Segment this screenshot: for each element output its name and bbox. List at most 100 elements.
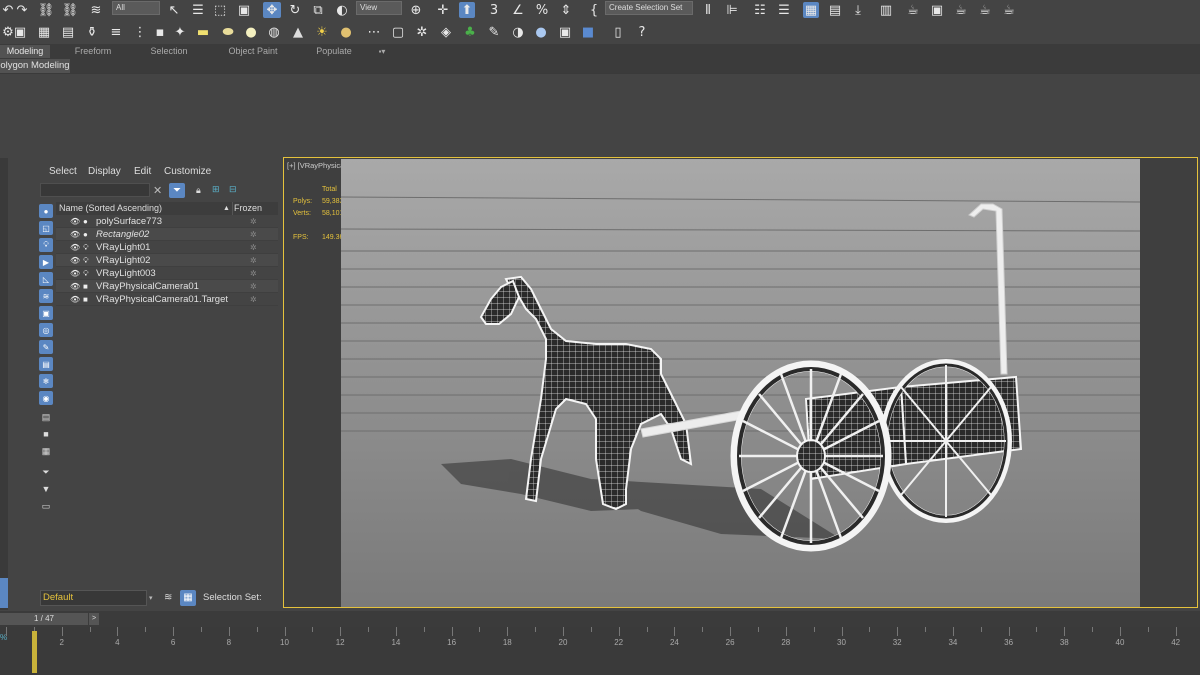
window-crossing-icon[interactable]: ▣ (236, 2, 252, 18)
layer-explorer-icon[interactable]: ☷ (752, 2, 768, 18)
layer-dropdown[interactable]: Default (40, 590, 147, 606)
visibility-eye-icon[interactable]: 👁︎ (70, 241, 80, 254)
display-invert-icon[interactable]: ▦ (41, 446, 51, 456)
freeze-toggle-icon[interactable]: ✲ (250, 228, 257, 241)
sort-ascending-icon[interactable]: ▲ (223, 202, 230, 215)
menu-customize[interactable]: Customize (164, 166, 211, 177)
keyboard-shortcut-icon[interactable]: ⬆ (459, 2, 475, 18)
list-item[interactable]: 👁︎ 💡︎ VRayLight01 ✲ (56, 241, 278, 254)
selection-set-dropdown[interactable]: Create Selection Set (605, 1, 693, 15)
visibility-eye-icon[interactable]: 👁︎ (70, 215, 80, 228)
list-item[interactable]: 👁︎ ■ VRayPhysicalCamera01.Target ✲ (56, 293, 278, 306)
menu-select[interactable]: Select (49, 166, 77, 177)
tab-freeform[interactable]: Freeform (62, 45, 124, 58)
list-item[interactable]: 👁︎ 💡︎ VRayLight003 ✲ (56, 267, 278, 280)
unlink-icon[interactable]: ⛓ (62, 2, 79, 18)
display-all-icon[interactable]: ▤ (41, 412, 51, 422)
render-cloud-icon[interactable]: ☕ (977, 2, 993, 18)
display-xrefs-icon[interactable]: ◎ (39, 323, 53, 337)
display-helpers-icon[interactable]: ◺ (39, 272, 53, 286)
help-icon[interactable]: ? (634, 24, 650, 40)
lock-icon[interactable]: 🔒︎ (196, 185, 201, 196)
material-editor-small-icon[interactable]: ▣ (557, 24, 573, 40)
schematic-view-icon[interactable]: ▤ (827, 2, 843, 18)
freeze-toggle-icon[interactable]: ✲ (250, 280, 257, 293)
geosphere-icon[interactable]: ● (338, 24, 354, 40)
tool-icon[interactable]: ✎ (486, 24, 502, 40)
render-icon[interactable]: ▣ (929, 2, 945, 18)
move-icon[interactable]: ✥ (263, 2, 281, 18)
spinner-snap-icon[interactable]: ⇕ (558, 2, 574, 18)
track-bar[interactable]: 2 4 6 8 10 12 14 16 18 20 22 24 26 28 30 32 34 36 38 40 42 (0, 627, 1200, 675)
freeze-toggle-icon[interactable]: ✲ (250, 215, 257, 228)
list-item[interactable]: 👁︎ ● polySurface773 ✲ (56, 215, 278, 228)
menu-edit[interactable]: Edit (134, 166, 151, 177)
curve-editor-icon[interactable]: ▦ (803, 2, 819, 18)
hierarchy-icon[interactable]: ⊞ (212, 184, 220, 195)
tab-selection[interactable]: Selection (140, 45, 198, 58)
list-item[interactable]: 👁︎ ● Rectangle02 ✲ (56, 228, 278, 241)
selection-set-icon[interactable]: ▦ (180, 590, 196, 606)
folder-icon[interactable]: ▭ (41, 501, 51, 511)
selection-filter-dropdown[interactable]: All (112, 1, 160, 15)
display-shapes-icon[interactable]: ◱ (39, 221, 53, 235)
select-object-icon[interactable]: ↖ (166, 2, 182, 18)
edit-named-selection-icon[interactable]: { (586, 2, 602, 18)
next-frame-button[interactable]: > (89, 613, 99, 625)
render-active-icon[interactable]: ☕ (1001, 2, 1017, 18)
explorer-search-input[interactable] (40, 183, 150, 197)
viewport-icon[interactable]: ▣ (12, 24, 28, 40)
freeze-toggle-icon[interactable]: ✲ (250, 241, 257, 254)
tab-populate[interactable]: Populate (308, 45, 360, 58)
display-geometry-icon[interactable]: ● (39, 204, 53, 218)
particle-icon[interactable]: ▪ (152, 24, 168, 40)
material-icon[interactable]: ◑ (510, 24, 526, 40)
render-iterative-icon[interactable]: ☕ (953, 2, 969, 18)
display-lights-icon[interactable]: 💡︎ (39, 238, 53, 252)
column-name-header[interactable]: Name (Sorted Ascending) (59, 202, 162, 215)
display-groups-icon[interactable]: ▣ (39, 306, 53, 320)
light-icon[interactable]: ✦ (172, 24, 188, 40)
time-slider[interactable]: 1 / 47 (0, 613, 88, 625)
vfb-icon[interactable]: ◈ (438, 24, 454, 40)
display-none-icon[interactable]: ■ (41, 429, 51, 439)
rotate-icon[interactable]: ↻ (287, 2, 303, 18)
redo-icon[interactable]: ↷ (14, 2, 30, 18)
pivot-icon[interactable]: ⊕ (408, 2, 424, 18)
toggle-ribbon-icon[interactable]: ☰ (776, 2, 792, 18)
list-item[interactable]: 👁︎ 💡︎ VRayLight02 ✲ (56, 254, 278, 267)
fur-icon[interactable]: ⋮ (132, 24, 148, 40)
filter-funnel-icon[interactable]: ⏷ (41, 467, 51, 477)
rectangular-region-icon[interactable]: ⬚ (212, 2, 228, 18)
box-icon[interactable]: ⬬ (220, 24, 236, 40)
align-icon-2[interactable]: ≡ (108, 24, 124, 40)
filter-funnel-2-icon[interactable]: ▼ (41, 484, 51, 494)
command-panel-tab[interactable] (0, 578, 8, 608)
display-containers-icon[interactable]: ▤ (39, 357, 53, 371)
rendered-frame-icon[interactable]: ☕ (905, 2, 921, 18)
percent-snap-icon[interactable]: % (534, 2, 550, 18)
ribbon-options-icon[interactable]: ▪▾ (372, 45, 392, 58)
sphere-icon[interactable]: ● (243, 24, 259, 40)
visibility-eye-icon[interactable]: 👁︎ (70, 254, 80, 267)
display-frozen-icon[interactable]: ❄ (39, 374, 53, 388)
mirror-icon[interactable]: ⫴ (700, 2, 716, 18)
visibility-eye-icon[interactable]: 👁︎ (70, 228, 80, 241)
sphere-material-icon[interactable]: ● (533, 24, 549, 40)
foliage-icon[interactable]: ♣ (462, 24, 478, 40)
menu-display[interactable]: Display (88, 166, 121, 177)
clear-search-icon[interactable]: ✕ (153, 184, 162, 197)
list-item[interactable]: 👁︎ ■ VRayPhysicalCamera01 ✲ (56, 280, 278, 293)
tab-modeling[interactable]: Modeling (0, 45, 50, 58)
column-frozen-header[interactable]: Frozen (234, 202, 262, 215)
render-elements-icon[interactable]: ✲ (414, 24, 430, 40)
display-spacewarps-icon[interactable]: ≋ (39, 289, 53, 303)
layer-dropdown-arrow-icon[interactable]: ▾ (149, 594, 153, 602)
sun-icon[interactable]: ☀ (314, 24, 330, 40)
material-editor-icon[interactable]: ⤓ (850, 2, 866, 18)
track-bar-icon[interactable]: % (0, 633, 7, 642)
display-cameras-icon[interactable]: ▶ (39, 255, 53, 269)
placement-icon[interactable]: ◐ (334, 2, 350, 18)
bind-spacewarp-icon[interactable]: ≋ (88, 2, 104, 18)
select-by-name-icon[interactable]: ☰ (190, 2, 206, 18)
